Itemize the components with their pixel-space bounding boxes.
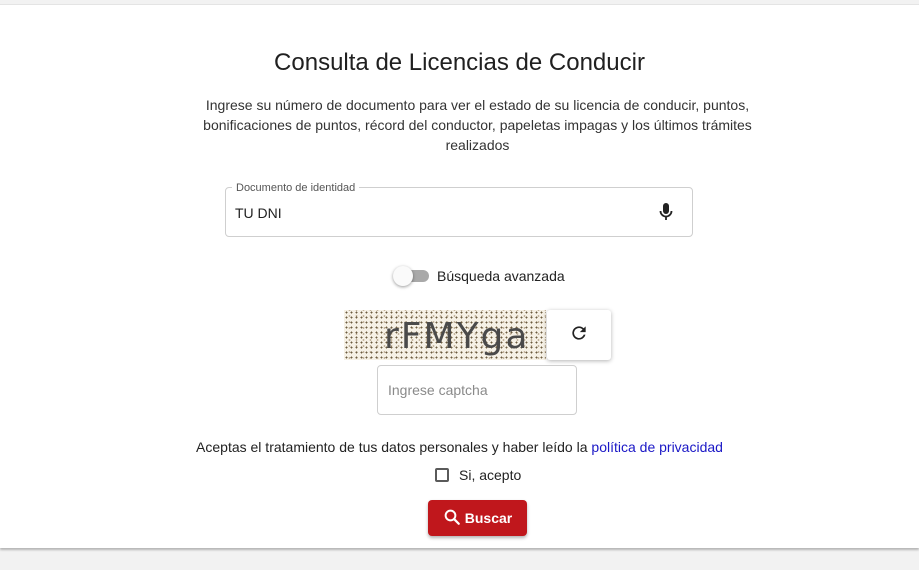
- document-field-label: Documento de identidad: [232, 182, 360, 194]
- microphone-icon[interactable]: [658, 202, 674, 222]
- toggle-thumb: [393, 266, 413, 286]
- refresh-icon: [569, 323, 589, 348]
- accept-row[interactable]: Si, acepto: [435, 467, 521, 483]
- search-icon: [443, 508, 465, 529]
- captcha-image: rFMYga: [344, 310, 546, 360]
- captcha-input[interactable]: [377, 365, 577, 415]
- document-field[interactable]: Documento de identidad TU DNI: [225, 182, 693, 237]
- search-button[interactable]: Buscar: [428, 500, 527, 536]
- search-button-label: Buscar: [464, 510, 513, 526]
- advanced-search-label: Búsqueda avanzada: [437, 268, 565, 284]
- accept-checkbox[interactable]: [435, 468, 449, 482]
- document-field-value[interactable]: TU DNI: [235, 205, 282, 221]
- advanced-search-toggle[interactable]: [393, 265, 429, 287]
- refresh-captcha-button[interactable]: [547, 310, 611, 360]
- consulta-card: Consulta de Licencias de Conducir Ingres…: [0, 4, 919, 548]
- page-title: Consulta de Licencias de Conducir: [274, 49, 645, 76]
- captcha-text: rFMYga: [384, 316, 530, 357]
- accept-label[interactable]: Si, acepto: [459, 467, 521, 483]
- privacy-policy-link[interactable]: política de privacidad: [591, 439, 723, 455]
- advanced-search-row: Búsqueda avanzada: [393, 265, 565, 287]
- consent-text: Aceptas el tratamiento de tus datos pers…: [196, 439, 588, 455]
- page-description: Ingrese su número de documento para ver …: [203, 97, 752, 153]
- consent-text-row: Aceptas el tratamiento de tus datos pers…: [0, 439, 919, 455]
